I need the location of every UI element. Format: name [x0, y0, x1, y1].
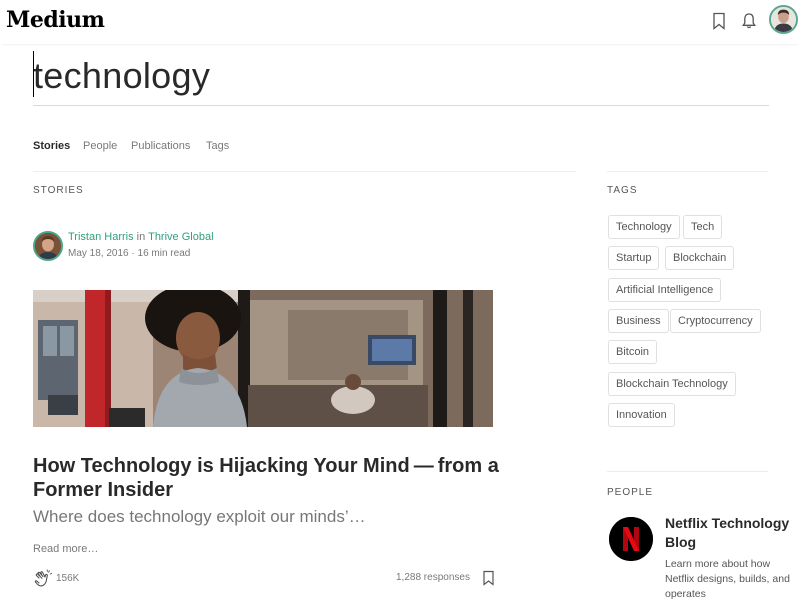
publication-description: Learn more about how Netflix designs, bu… — [665, 558, 790, 600]
divider — [607, 171, 768, 172]
divider — [607, 471, 768, 472]
clap-icon[interactable] — [33, 569, 53, 589]
tab-publications[interactable]: Publications — [131, 140, 190, 152]
meta-separator: · — [131, 248, 135, 259]
story-subtitle[interactable]: Where does technology exploit our minds’… — [33, 507, 366, 527]
stories-section-label: Stories — [33, 185, 84, 196]
tag-innovation[interactable]: Innovation — [608, 403, 675, 427]
author-in-text: in — [136, 231, 146, 243]
hero-illustration — [33, 290, 493, 427]
publication-name[interactable]: Netflix Technology Blog — [665, 514, 795, 552]
tags-section-label: Tags — [607, 185, 638, 196]
text-caret — [33, 51, 34, 97]
people-section-label: People — [607, 487, 654, 498]
divider — [33, 171, 576, 172]
tag-bitcoin[interactable]: Bitcoin — [608, 340, 658, 364]
clap-count: 156K — [56, 573, 80, 584]
netflix-logo[interactable] — [609, 517, 653, 561]
tag-tech[interactable]: Tech — [683, 215, 723, 239]
tag-business[interactable]: Business — [608, 309, 669, 333]
author-avatar[interactable] — [33, 231, 63, 261]
story-read-time: 16 min read — [137, 248, 191, 259]
top-navigation-bar: Medium — [0, 0, 800, 44]
tag-startup[interactable]: Startup — [608, 246, 660, 270]
author-name-link[interactable]: Tristan Harris — [68, 231, 134, 243]
story-meta: May 18, 2016 · 16 min read — [68, 248, 190, 259]
read-more-link[interactable]: Read more… — [33, 543, 98, 555]
story-hero-image[interactable] — [33, 290, 493, 427]
tag-cryptocurrency[interactable]: Cryptocurrency — [670, 309, 761, 333]
story-title[interactable]: How Technology is Hijacking Your Mind — … — [33, 454, 503, 502]
story-author-line: Tristan Harris in Thrive Global — [68, 231, 214, 243]
tab-people[interactable]: People — [83, 140, 117, 152]
bookmark-icon[interactable] — [710, 11, 728, 31]
user-avatar-image — [771, 7, 796, 32]
netflix-n-icon — [609, 517, 653, 561]
tag-artificial-intelligence[interactable]: Artificial Intelligence — [608, 278, 722, 302]
tag-technology[interactable]: Technology — [608, 215, 680, 239]
publication-link[interactable]: Thrive Global — [148, 231, 213, 243]
tab-tags[interactable]: Tags — [206, 140, 229, 152]
author-avatar-image — [35, 233, 61, 259]
story-date: May 18, 2016 — [68, 248, 129, 259]
search-input[interactable] — [33, 52, 769, 100]
medium-logo[interactable]: Medium — [6, 7, 105, 33]
responses-link[interactable]: 1,288 responses — [396, 572, 470, 583]
user-avatar[interactable] — [769, 5, 798, 34]
bell-icon[interactable] — [740, 11, 758, 31]
tab-stories[interactable]: Stories — [33, 140, 70, 152]
tag-blockchain[interactable]: Blockchain — [665, 246, 735, 270]
tag-blockchain-technology[interactable]: Blockchain Technology — [608, 372, 736, 396]
search-bar — [33, 50, 769, 106]
bookmark-icon[interactable] — [482, 570, 495, 586]
